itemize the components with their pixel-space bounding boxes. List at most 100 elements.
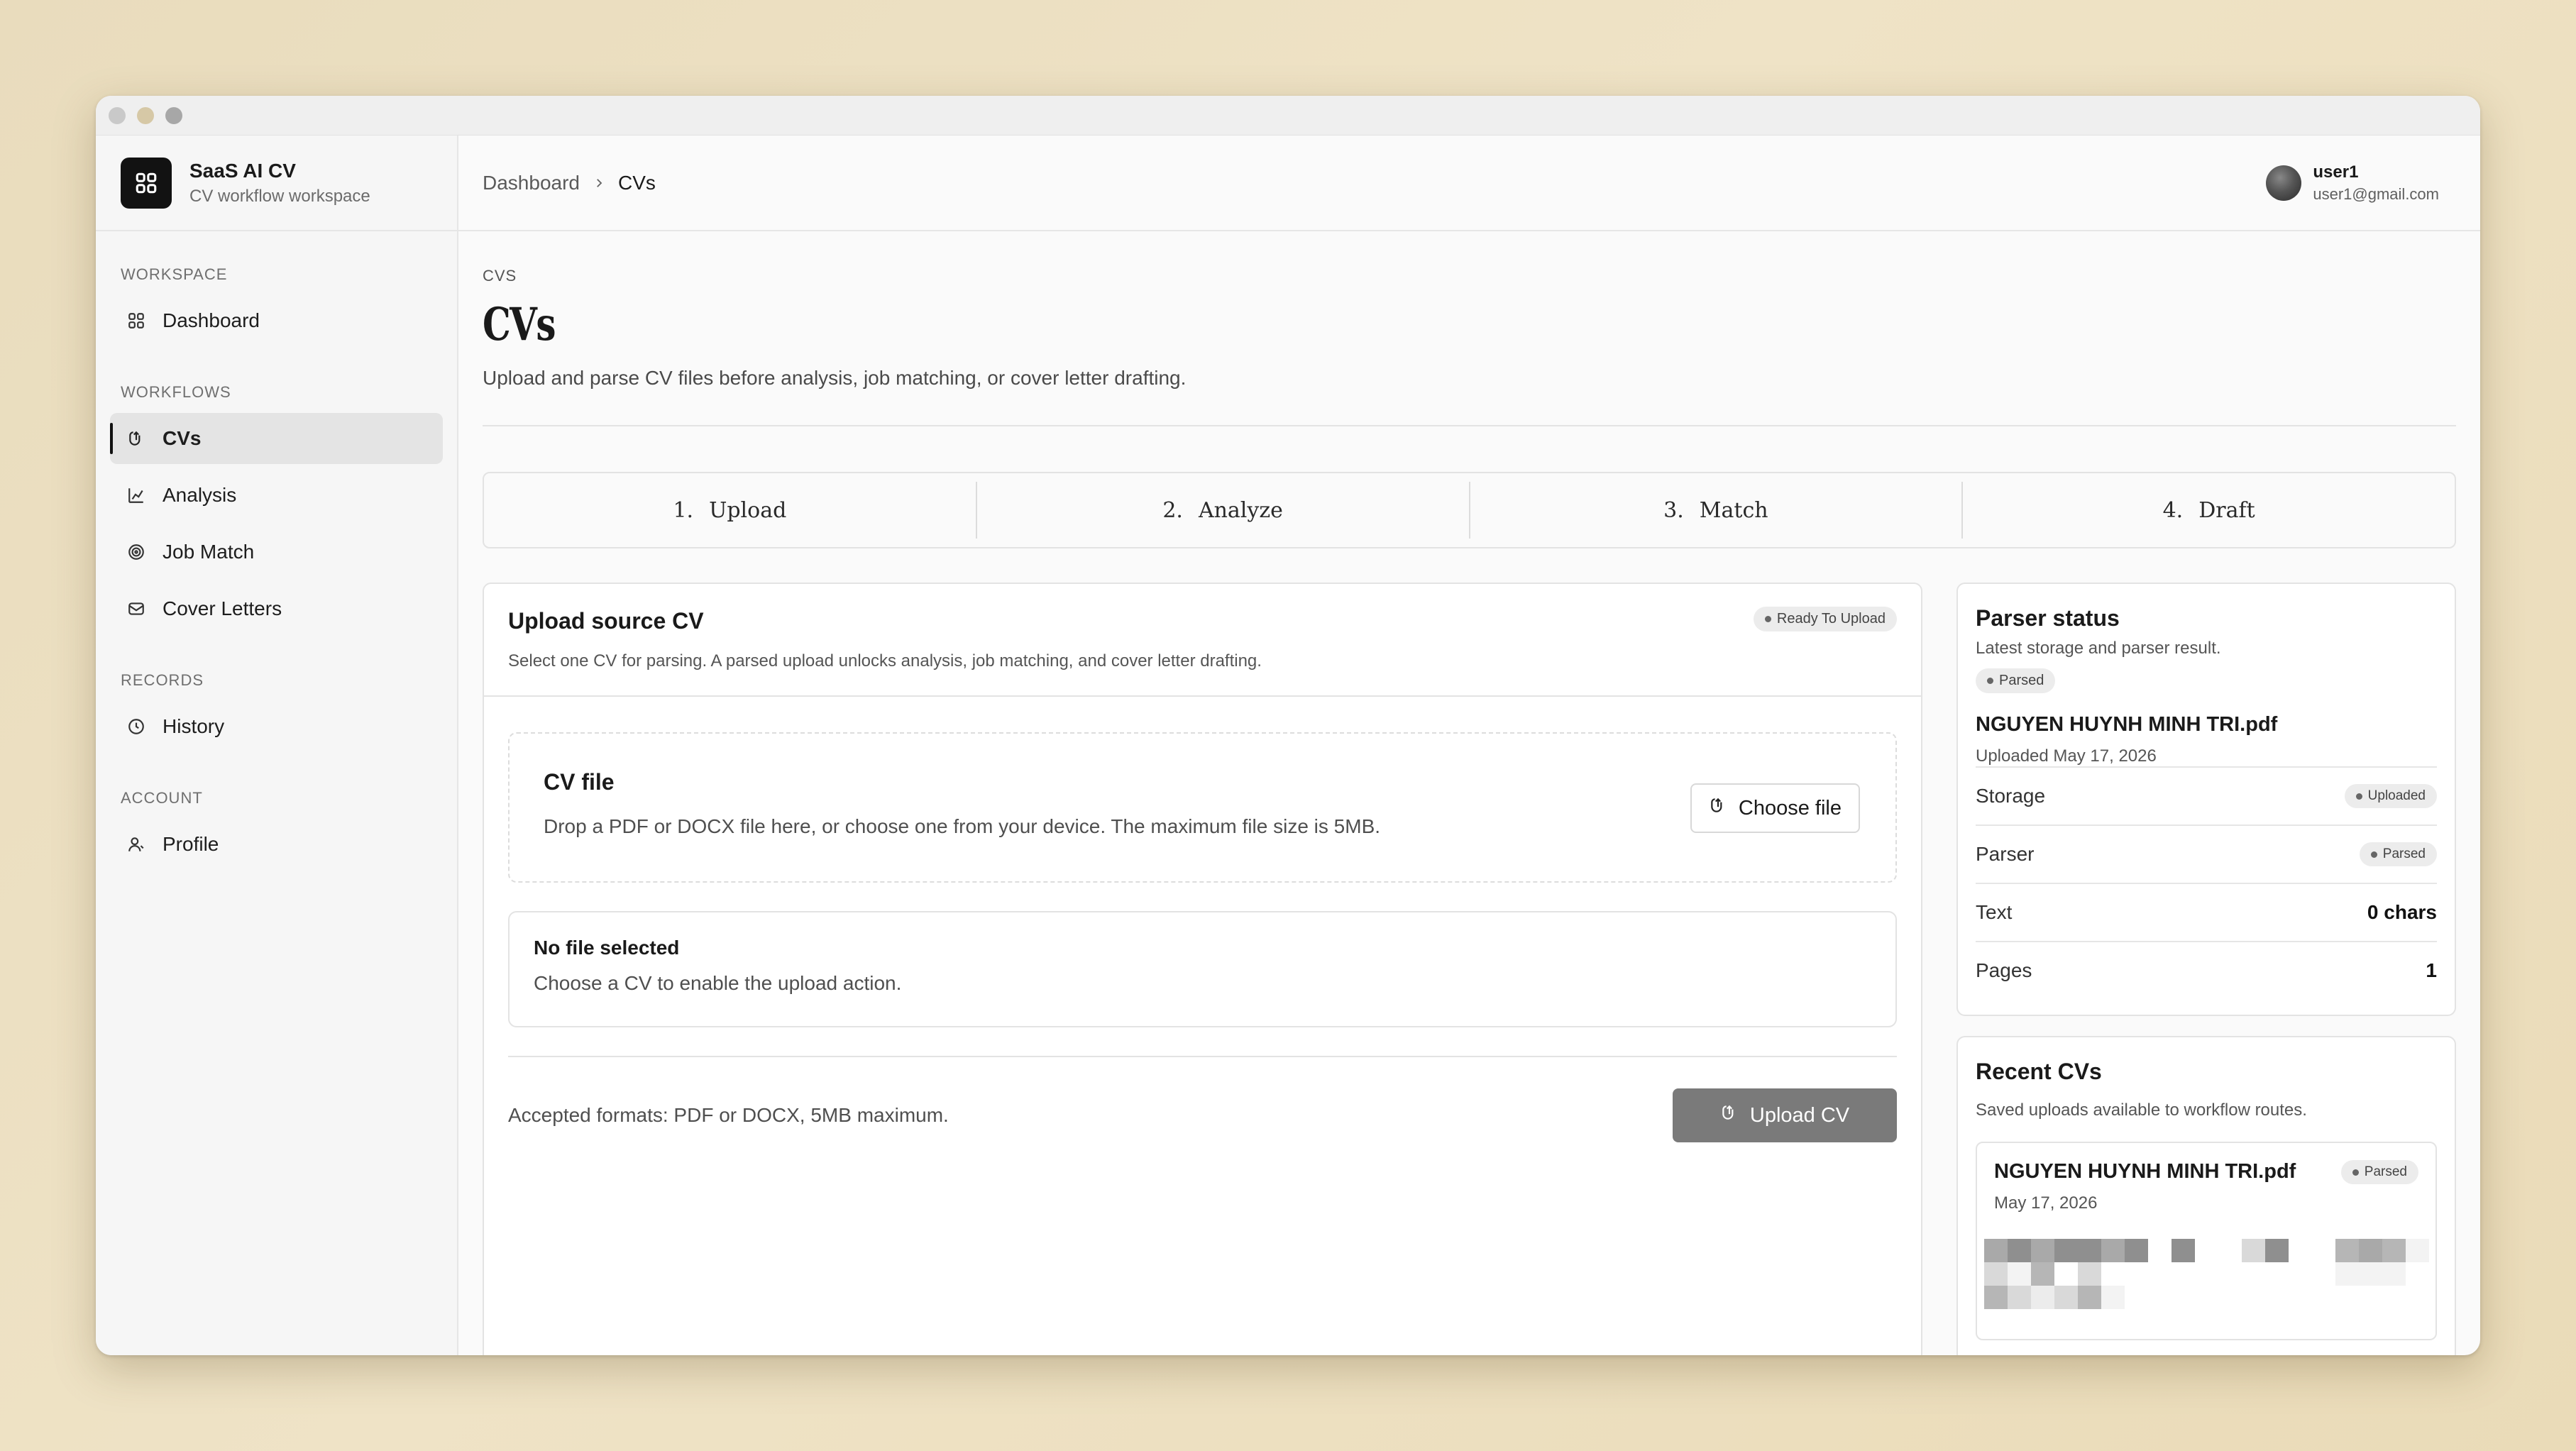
file-dropzone[interactable]: CV file Drop a PDF or DOCX file here, or… <box>508 732 1897 883</box>
upload-icon <box>1720 1103 1739 1127</box>
preview-pixel <box>2101 1262 2125 1286</box>
sidebar-item-label: Cover Letters <box>163 597 282 619</box>
step-draft[interactable]: 4. Draft <box>1963 482 2455 539</box>
main-area: Dashboard CVs user1 user1@gmail.com CVS … <box>458 136 2480 1355</box>
preview-pixel <box>2218 1239 2242 1262</box>
minimize-window-button[interactable] <box>137 106 154 124</box>
preview-pixel <box>2148 1239 2172 1262</box>
kv-key: Pages <box>1976 959 2032 981</box>
preview-pixel <box>2242 1239 2265 1262</box>
list-item[interactable]: NGUYEN HUYNH MINH TRI.pdf May 17, 2026 P… <box>1976 1142 2437 1340</box>
preview-pixel <box>2359 1262 2382 1286</box>
nav-section-account: ACCOUNT <box>121 789 203 807</box>
preview-pixel <box>2172 1286 2195 1309</box>
kv-key: Parser <box>1976 843 2035 865</box>
paperclip-icon <box>1709 796 1727 820</box>
sidebar-item-profile[interactable]: Profile <box>110 819 443 870</box>
step-label: Analyze <box>1198 497 1283 523</box>
chevron-right-icon <box>593 172 605 194</box>
selected-file-description: Choose a CV to enable the upload action. <box>534 972 902 994</box>
preview-pixel <box>2218 1286 2242 1309</box>
preview-pixel <box>2078 1262 2101 1286</box>
preview-pixel <box>2265 1239 2289 1262</box>
kv-value: 0 chars <box>2367 901 2437 923</box>
preview-pixel <box>2265 1262 2289 1286</box>
sidebar-item-analysis[interactable]: Analysis <box>110 470 443 521</box>
preview-pixel <box>1984 1262 2008 1286</box>
selected-file-box: No file selected Choose a CV to enable t… <box>508 911 1897 1027</box>
recent-cvs-title: Recent CVs <box>1976 1059 2102 1084</box>
recent-cvs-subtitle: Saved uploads available to workflow rout… <box>1976 1100 2307 1120</box>
preview-pixel <box>2335 1262 2359 1286</box>
preview-pixel <box>2359 1239 2382 1262</box>
step-label: Draft <box>2198 497 2255 523</box>
file-upload-icon <box>126 428 147 449</box>
breadcrumb-dashboard-link[interactable]: Dashboard <box>483 172 580 194</box>
preview-pixel <box>2148 1262 2172 1286</box>
chart-icon <box>126 485 147 506</box>
kv-text: Text 0 chars <box>1976 883 2437 941</box>
brand[interactable]: SaaS AI CV CV workflow workspace <box>96 136 457 231</box>
divider <box>483 425 2456 426</box>
preview-pixel <box>2382 1239 2406 1262</box>
preview-pixel <box>2101 1239 2125 1262</box>
title-bar <box>96 96 2480 136</box>
step-number: 4. <box>2162 497 2184 523</box>
mail-icon <box>126 598 147 619</box>
preview-pixel <box>2125 1262 2148 1286</box>
maximize-window-button[interactable] <box>165 106 182 124</box>
target-icon <box>126 541 147 563</box>
sidebar-item-cvs[interactable]: CVs <box>110 413 443 464</box>
preview-pixel <box>2406 1262 2429 1286</box>
sidebar-item-history[interactable]: History <box>110 701 443 752</box>
preview-pixel <box>2195 1239 2218 1262</box>
grid-icon <box>126 310 147 331</box>
dropzone-description: Drop a PDF or DOCX file here, or choose … <box>544 815 1381 837</box>
sidebar-item-label: Job Match <box>163 541 255 563</box>
parsed-file-name: NGUYEN HUYNH MINH TRI.pdf <box>1976 713 2278 736</box>
preview-pixel <box>2406 1239 2429 1262</box>
step-match[interactable]: 3. Match <box>1470 482 1964 539</box>
status-badge: Parsed <box>2359 842 2437 866</box>
preview-pixel <box>2265 1286 2289 1309</box>
app-subtitle: CV workflow workspace <box>189 186 370 206</box>
preview-pixel <box>2172 1239 2195 1262</box>
sidebar-item-job-match[interactable]: Job Match <box>110 526 443 578</box>
upload-cv-button[interactable]: Upload CV <box>1673 1088 1897 1142</box>
preview-pixel <box>2125 1239 2148 1262</box>
preview-pixel <box>2242 1286 2265 1309</box>
kv-storage: Storage Uploaded <box>1976 766 2437 824</box>
choose-file-label: Choose file <box>1738 796 1842 820</box>
parser-status-subtitle: Latest storage and parser result. <box>1976 639 2221 658</box>
sidebar-item-dashboard[interactable]: Dashboard <box>110 295 443 346</box>
right-column: Parser status Latest storage and parser … <box>1956 583 2456 1355</box>
step-number: 1. <box>673 497 694 523</box>
step-number: 2. <box>1162 497 1183 523</box>
sidebar-item-label: Dashboard <box>163 309 260 331</box>
preview-pixel <box>2008 1262 2031 1286</box>
preview-pixel <box>2382 1286 2406 1309</box>
preview-pixel <box>2312 1286 2335 1309</box>
close-window-button[interactable] <box>109 106 126 124</box>
preview-pixel <box>2172 1262 2195 1286</box>
step-upload[interactable]: 1. Upload <box>484 482 977 539</box>
workflow-stepper: 1. Upload 2. Analyze 3. Match 4. Draft <box>483 472 2456 548</box>
step-analyze[interactable]: 2. Analyze <box>977 482 1470 539</box>
upload-card-title: Upload source CV <box>508 608 704 634</box>
nav-section-workspace: WORKSPACE <box>121 265 228 283</box>
preview-pixel <box>2078 1239 2101 1262</box>
nav-section-records: RECORDS <box>121 671 204 689</box>
status-badge: Parsed <box>1976 668 2056 693</box>
app-name: SaaS AI CV <box>189 159 296 182</box>
dropzone-title: CV file <box>544 769 615 795</box>
preview-pixel <box>2008 1286 2031 1309</box>
sidebar-item-label: CVs <box>163 427 202 449</box>
sidebar-item-cover-letters[interactable]: Cover Letters <box>110 583 443 634</box>
preview-pixel <box>2289 1239 2312 1262</box>
preview-pixel <box>2406 1286 2429 1309</box>
preview-pixel <box>2242 1262 2265 1286</box>
preview-pixel <box>2359 1286 2382 1309</box>
status-badge: Ready To Upload <box>1753 607 1897 631</box>
choose-file-button[interactable]: Choose file <box>1690 783 1860 833</box>
user-menu[interactable]: user1 user1@gmail.com <box>2266 162 2439 204</box>
